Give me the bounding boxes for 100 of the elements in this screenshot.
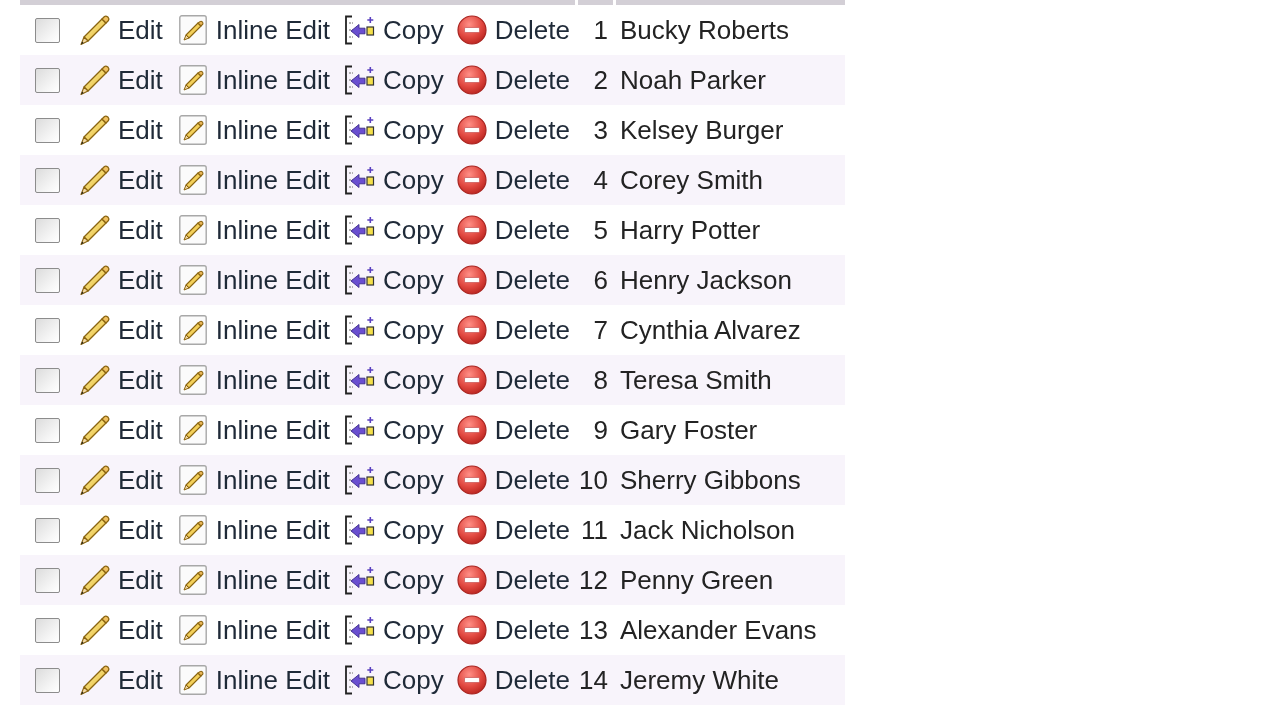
name-cell: Jack Nicholson [620, 515, 795, 545]
inline-edit-link[interactable]: Inline Edit [178, 15, 330, 45]
name-cell: Bucky Roberts [620, 15, 790, 45]
delete-link[interactable]: Delete [456, 315, 570, 345]
id-cell: 6 [593, 265, 608, 295]
delete-link[interactable]: Delete [456, 415, 570, 445]
row-checkbox[interactable] [35, 267, 60, 293]
copy-link[interactable]: Copy [344, 215, 444, 245]
copy-link[interactable]: Copy [344, 665, 444, 695]
page-pencil-icon [178, 15, 207, 45]
row-checkbox[interactable] [35, 517, 60, 543]
row-checkbox[interactable] [35, 17, 60, 43]
delete-link[interactable]: Delete [456, 215, 570, 245]
edit-link[interactable]: Edit [79, 214, 163, 246]
edit-link[interactable]: Edit [79, 314, 163, 346]
arrow-bracket-icon [344, 565, 375, 595]
id-cell: 8 [593, 365, 608, 395]
pencil-icon [79, 614, 111, 646]
copy-link[interactable]: Copy [344, 15, 444, 45]
edit-link[interactable]: Edit [79, 114, 163, 146]
edit-link[interactable]: Edit [79, 464, 163, 496]
inline-edit-link[interactable]: Inline Edit [178, 315, 330, 345]
copy-link[interactable]: Copy [344, 315, 444, 345]
copy-link[interactable]: Copy [344, 465, 444, 495]
row-checkbox[interactable] [35, 117, 60, 143]
inline-edit-link[interactable]: Inline Edit [178, 465, 330, 495]
delete-link[interactable]: Delete [456, 615, 570, 645]
delete-link[interactable]: Delete [456, 15, 570, 45]
pencil-icon [79, 514, 111, 546]
pencil-icon [79, 364, 111, 396]
page-pencil-icon [178, 65, 207, 95]
minus-circle-icon [456, 165, 487, 195]
inline-edit-link[interactable]: Inline Edit [178, 215, 330, 245]
row-checkbox[interactable] [35, 467, 60, 493]
copy-link[interactable]: Copy [344, 265, 444, 295]
delete-link[interactable]: Delete [456, 265, 570, 295]
name-cell: Alexander Evans [620, 615, 817, 645]
edit-link[interactable]: Edit [79, 14, 163, 46]
page-pencil-icon [178, 465, 207, 495]
page-pencil-icon [178, 165, 207, 195]
page-pencil-icon [178, 665, 207, 695]
edit-link[interactable]: Edit [79, 264, 163, 296]
edit-link[interactable]: Edit [79, 164, 163, 196]
copy-link[interactable]: Copy [344, 365, 444, 395]
name-cell: Harry Potter [620, 215, 761, 245]
arrow-bracket-icon [344, 15, 375, 45]
row-checkbox[interactable] [35, 667, 60, 693]
inline-edit-link[interactable]: Inline Edit [178, 665, 330, 695]
id-cell: 12 [579, 565, 608, 595]
delete-link[interactable]: Delete [456, 465, 570, 495]
page-pencil-icon [178, 265, 207, 295]
row-checkbox[interactable] [35, 167, 60, 193]
edit-link[interactable]: Edit [79, 564, 163, 596]
edit-link[interactable]: Edit [79, 64, 163, 96]
inline-edit-link[interactable]: Inline Edit [178, 65, 330, 95]
edit-link[interactable]: Edit [79, 614, 163, 646]
copy-link[interactable]: Copy [344, 65, 444, 95]
edit-link[interactable]: Edit [79, 664, 163, 696]
delete-link[interactable]: Delete [456, 115, 570, 145]
arrow-bracket-icon [344, 665, 375, 695]
row-checkbox[interactable] [35, 67, 60, 93]
edit-link[interactable]: Edit [79, 514, 163, 546]
page-pencil-icon [178, 315, 207, 345]
inline-edit-link[interactable]: Inline Edit [178, 265, 330, 295]
edit-link[interactable]: Edit [79, 364, 163, 396]
row-checkbox[interactable] [35, 217, 60, 243]
inline-edit-link[interactable]: Inline Edit [178, 415, 330, 445]
delete-link[interactable]: Delete [456, 515, 570, 545]
minus-circle-icon [456, 365, 487, 395]
inline-edit-link[interactable]: Inline Edit [178, 165, 330, 195]
row-checkbox[interactable] [35, 567, 60, 593]
row-checkbox[interactable] [35, 367, 60, 393]
row-checkbox[interactable] [35, 417, 60, 443]
copy-link[interactable]: Copy [344, 515, 444, 545]
arrow-bracket-icon [344, 615, 375, 645]
inline-edit-link[interactable]: Inline Edit [178, 115, 330, 145]
copy-link[interactable]: Copy [344, 415, 444, 445]
copy-link[interactable]: Copy [344, 115, 444, 145]
delete-link[interactable]: Delete [456, 165, 570, 195]
pencil-icon [79, 164, 111, 196]
minus-circle-icon [456, 465, 487, 495]
id-cell: 1 [593, 15, 608, 45]
copy-link[interactable]: Copy [344, 565, 444, 595]
delete-link[interactable]: Delete [456, 665, 570, 695]
copy-link[interactable]: Copy [344, 165, 444, 195]
arrow-bracket-icon [344, 365, 375, 395]
copy-link[interactable]: Copy [344, 615, 444, 645]
inline-edit-link[interactable]: Inline Edit [178, 615, 330, 645]
id-cell: 9 [593, 415, 608, 445]
edit-link[interactable]: Edit [79, 414, 163, 446]
inline-edit-link[interactable]: Inline Edit [178, 565, 330, 595]
row-checkbox[interactable] [35, 617, 60, 643]
arrow-bracket-icon [344, 415, 375, 445]
delete-link[interactable]: Delete [456, 565, 570, 595]
delete-link[interactable]: Delete [456, 65, 570, 95]
row-checkbox[interactable] [35, 317, 60, 343]
id-cell: 3 [593, 115, 608, 145]
delete-link[interactable]: Delete [456, 365, 570, 395]
inline-edit-link[interactable]: Inline Edit [178, 365, 330, 395]
inline-edit-link[interactable]: Inline Edit [178, 515, 330, 545]
